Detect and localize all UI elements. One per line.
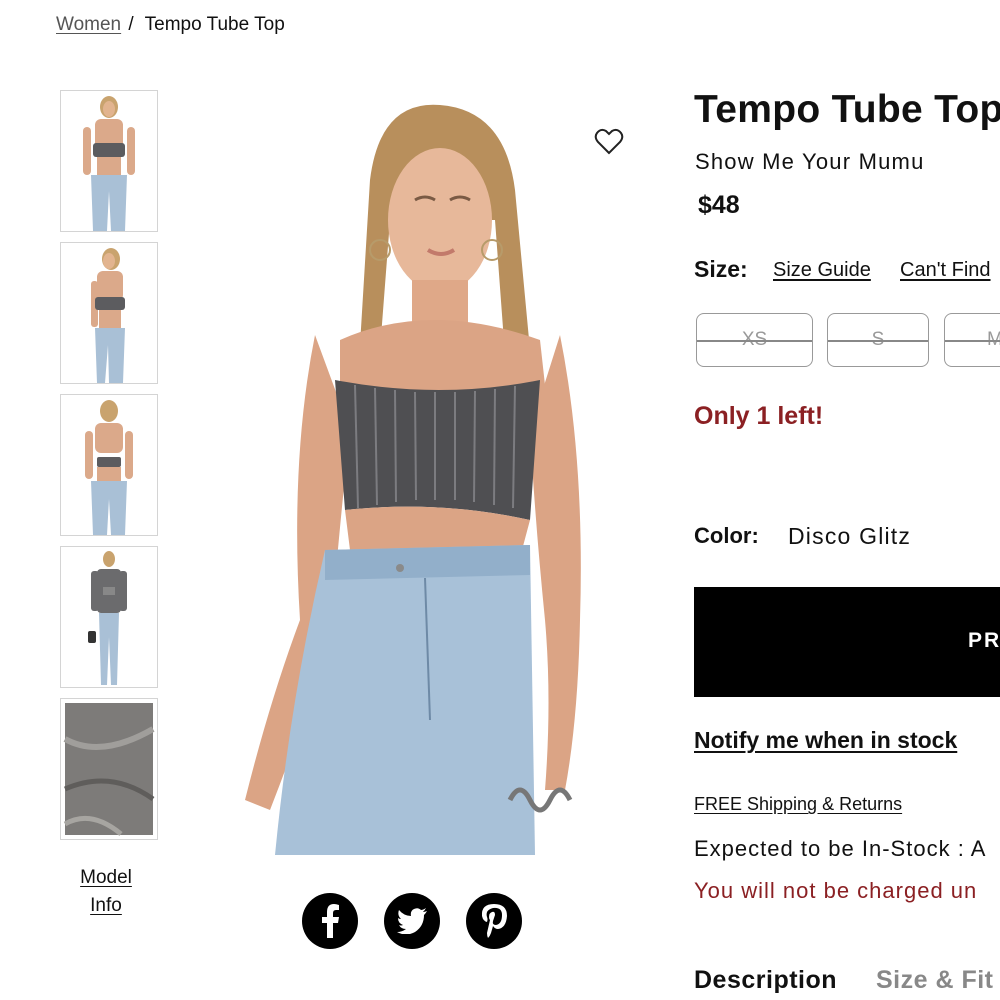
thumbnail-back[interactable]: [60, 394, 158, 536]
thumbnail-list: [60, 90, 158, 850]
size-option-label: M: [987, 329, 1000, 351]
cant-find-size-link[interactable]: Can't Find: [900, 259, 991, 282]
color-value: Disco Glitz: [788, 523, 912, 549]
size-option-xs[interactable]: XS: [696, 313, 813, 367]
breadcrumb-current: Tempo Tube Top: [144, 14, 285, 35]
thumbnail-back-image: [85, 400, 133, 535]
breadcrumb-separator: /: [128, 14, 134, 35]
model-info-link[interactable]: Model Info: [66, 864, 146, 920]
size-label: Size:: [694, 256, 748, 282]
facebook-share-button[interactable]: [302, 893, 358, 949]
notify-in-stock-link[interactable]: Notify me when in stock: [694, 727, 957, 754]
free-shipping-link[interactable]: FREE Shipping & Returns: [694, 794, 902, 815]
size-option-label: S: [871, 329, 885, 350]
cta-label: PR: [968, 629, 1000, 652]
twitter-share-button[interactable]: [384, 893, 440, 949]
product-title: Tempo Tube Top: [694, 88, 1000, 131]
breadcrumb-women-link[interactable]: Women: [56, 14, 121, 35]
thumbnail-full-outfit[interactable]: [60, 546, 158, 688]
thumbnail-full-outfit-image: [88, 551, 127, 685]
thumbnail-front[interactable]: [60, 90, 158, 232]
breadcrumb: Women / Tempo Tube Top: [56, 14, 285, 36]
facebook-icon: [322, 904, 339, 938]
pinterest-icon: [481, 904, 507, 938]
expected-in-stock-text: Expected to be In-Stock : A: [694, 836, 987, 861]
color-label: Color:: [694, 523, 759, 548]
size-option-label: XS: [741, 329, 768, 350]
size-option-s[interactable]: S: [827, 313, 929, 367]
main-product-image: [245, 104, 581, 855]
thumbnail-side[interactable]: [60, 242, 158, 384]
charge-notice-text: You will not be charged un: [694, 878, 978, 903]
size-option-m[interactable]: M: [944, 313, 1000, 367]
thumbnail-fabric-detail[interactable]: [60, 698, 158, 840]
thumbnail-front-image: [83, 96, 135, 231]
product-price: $48: [698, 191, 740, 219]
heart-icon[interactable]: [594, 128, 624, 156]
model-info-line2: Info: [90, 895, 122, 916]
add-to-bag-button[interactable]: PR: [694, 587, 1000, 697]
tab-size-fit[interactable]: Size & Fit: [876, 966, 994, 995]
stock-warning: Only 1 left!: [694, 402, 824, 430]
thumbnail-side-image: [91, 248, 125, 383]
size-guide-link[interactable]: Size Guide: [773, 259, 871, 282]
thumbnail-fabric-image: [63, 703, 155, 836]
product-brand[interactable]: Show Me Your Mumu: [695, 149, 925, 175]
model-info-line1: Model: [80, 867, 132, 888]
tab-description[interactable]: Description: [694, 966, 837, 995]
twitter-icon: [397, 908, 427, 934]
pinterest-share-button[interactable]: [466, 893, 522, 949]
